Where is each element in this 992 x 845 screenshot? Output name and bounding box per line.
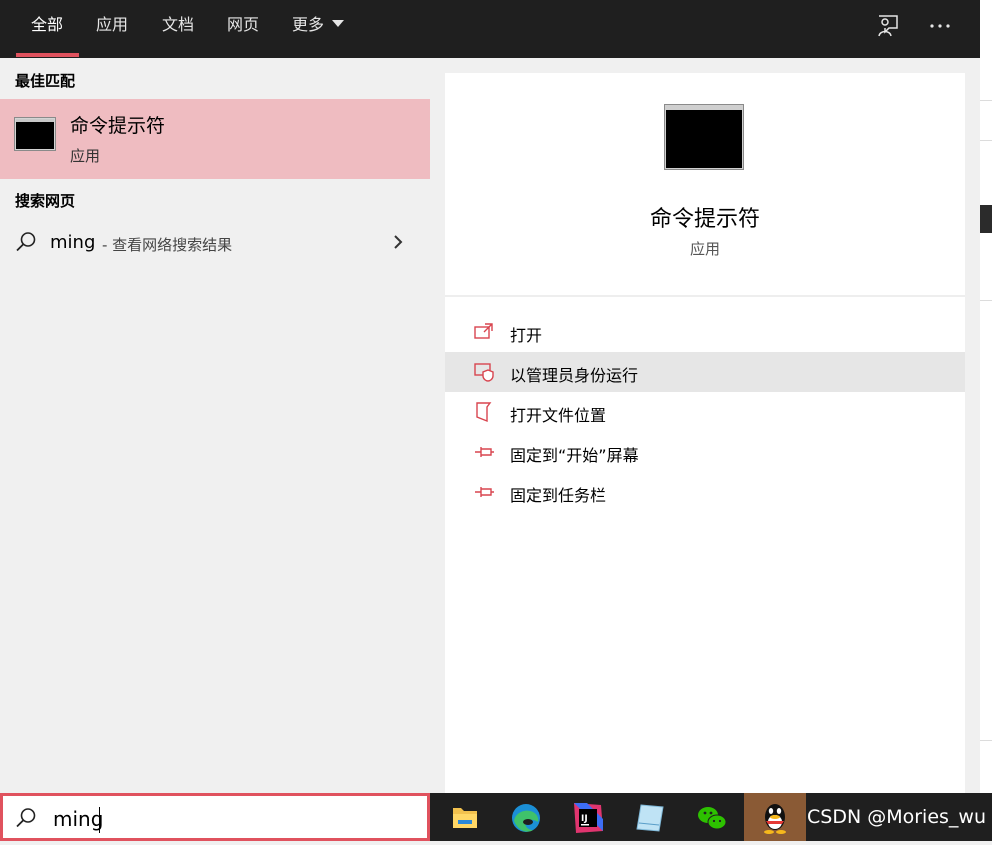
qq-icon [764, 804, 786, 834]
file-explorer-icon[interactable] [433, 793, 495, 841]
action-open-file-location[interactable]: 打开文件位置 [445, 392, 965, 432]
action-run-as-admin[interactable]: 以管理员身份运行 [445, 352, 965, 392]
pin-taskbar-icon [475, 487, 494, 497]
tab-all-label: 全部 [31, 15, 64, 34]
command-prompt-icon [15, 118, 55, 150]
details-panel: 命令提示符 应用 打开 以管理员身份运行 打开文件位置 固定到“开始”屏幕 固定… [445, 73, 965, 793]
best-match-heading: 最佳匹配 [15, 72, 76, 90]
intellij-icon[interactable]: IJ [557, 793, 619, 841]
active-tab-indicator [16, 53, 79, 57]
action-pin-to-taskbar[interactable]: 固定到任务栏 [445, 472, 965, 512]
action-open-file-location-label: 打开文件位置 [510, 406, 607, 425]
web-result-term: ming [50, 232, 96, 253]
action-open[interactable]: 打开 [445, 312, 965, 352]
tab-more[interactable]: 更多 [292, 0, 345, 58]
file-location-icon [476, 402, 492, 423]
notepad-icon[interactable] [619, 793, 681, 841]
tab-all[interactable]: 全部 [31, 0, 63, 58]
detail-app-name: 命令提示符 [649, 207, 760, 232]
action-pin-to-start[interactable]: 固定到“开始”屏幕 [445, 432, 965, 472]
search-icon [16, 808, 36, 828]
more-options-icon[interactable] [928, 20, 952, 32]
action-run-as-admin-label: 以管理员身份运行 [510, 366, 639, 385]
open-icon [474, 323, 493, 339]
background-window-edge [980, 0, 992, 841]
text-cursor [99, 807, 100, 833]
chevron-right-icon[interactable] [392, 234, 404, 250]
divider [445, 295, 965, 297]
best-match-type: 应用 [70, 147, 101, 165]
action-pin-to-taskbar-label: 固定到任务栏 [510, 486, 607, 505]
tab-web-label: 网页 [227, 15, 260, 34]
feedback-icon[interactable] [876, 14, 900, 38]
best-match-item[interactable]: 命令提示符 应用 [0, 99, 430, 179]
tab-documents[interactable]: 文档 [162, 0, 194, 58]
detail-app-type: 应用 [689, 240, 720, 258]
search-tabs-bar: 全部 应用 文档 网页 更多 [0, 0, 980, 58]
edge-icon[interactable] [495, 793, 557, 841]
tab-apps[interactable]: 应用 [96, 0, 128, 58]
taskbar: IJ CSDN @Mories_wu [430, 793, 992, 841]
tab-web[interactable]: 网页 [227, 0, 259, 58]
command-prompt-large-icon [665, 105, 743, 169]
run-as-admin-icon [474, 363, 494, 382]
chevron-down-icon [332, 20, 345, 27]
search-box[interactable]: ming [0, 793, 430, 841]
watermark-text: CSDN @Mories_wu [807, 806, 986, 828]
tab-more-label: 更多 [292, 15, 325, 34]
tab-apps-label: 应用 [96, 15, 129, 34]
search-icon [16, 232, 36, 252]
results-panel: 最佳匹配 命令提示符 应用 搜索网页 ming - 查看网络搜索结果 [0, 58, 430, 793]
search-web-heading: 搜索网页 [15, 192, 76, 210]
action-pin-to-start-label: 固定到“开始”屏幕 [510, 446, 639, 465]
action-open-label: 打开 [510, 326, 543, 345]
web-result-description: - 查看网络搜索结果 [102, 236, 233, 254]
pin-start-icon [475, 447, 494, 457]
wechat-icon[interactable] [681, 793, 743, 841]
qq-taskbar-slot[interactable] [744, 793, 806, 841]
svg-text:IJ: IJ [581, 814, 588, 824]
best-match-name: 命令提示符 [70, 115, 166, 137]
search-input[interactable]: ming [53, 807, 103, 831]
tab-documents-label: 文档 [162, 15, 195, 34]
web-search-result[interactable]: ming - 查看网络搜索结果 [0, 222, 430, 262]
